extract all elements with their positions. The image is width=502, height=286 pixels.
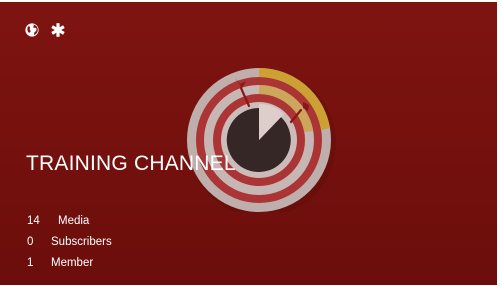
subscribers-label: Subscribers (51, 235, 112, 248)
channel-artwork (187, 68, 336, 212)
media-label: Media (58, 214, 90, 227)
channel-badges (24, 22, 66, 38)
media-count: 14 (27, 214, 40, 227)
channel-stats: 14 Media 0 Subscribers 1 Member (27, 210, 112, 273)
members-count: 1 (27, 256, 34, 269)
globe-icon (24, 22, 40, 38)
asterisk-icon (50, 22, 66, 38)
stat-subscribers: 0 Subscribers (27, 231, 112, 252)
subscribers-count: 0 (27, 235, 34, 248)
stat-members: 1 Member (27, 252, 112, 273)
members-label: Member (51, 256, 94, 269)
stat-media: 14 Media (27, 210, 112, 231)
channel-title[interactable]: TRAINING CHANNEL (26, 152, 236, 176)
channel-card[interactable]: TRAINING CHANNEL 14 Media 0 Subscribers … (0, 2, 497, 285)
